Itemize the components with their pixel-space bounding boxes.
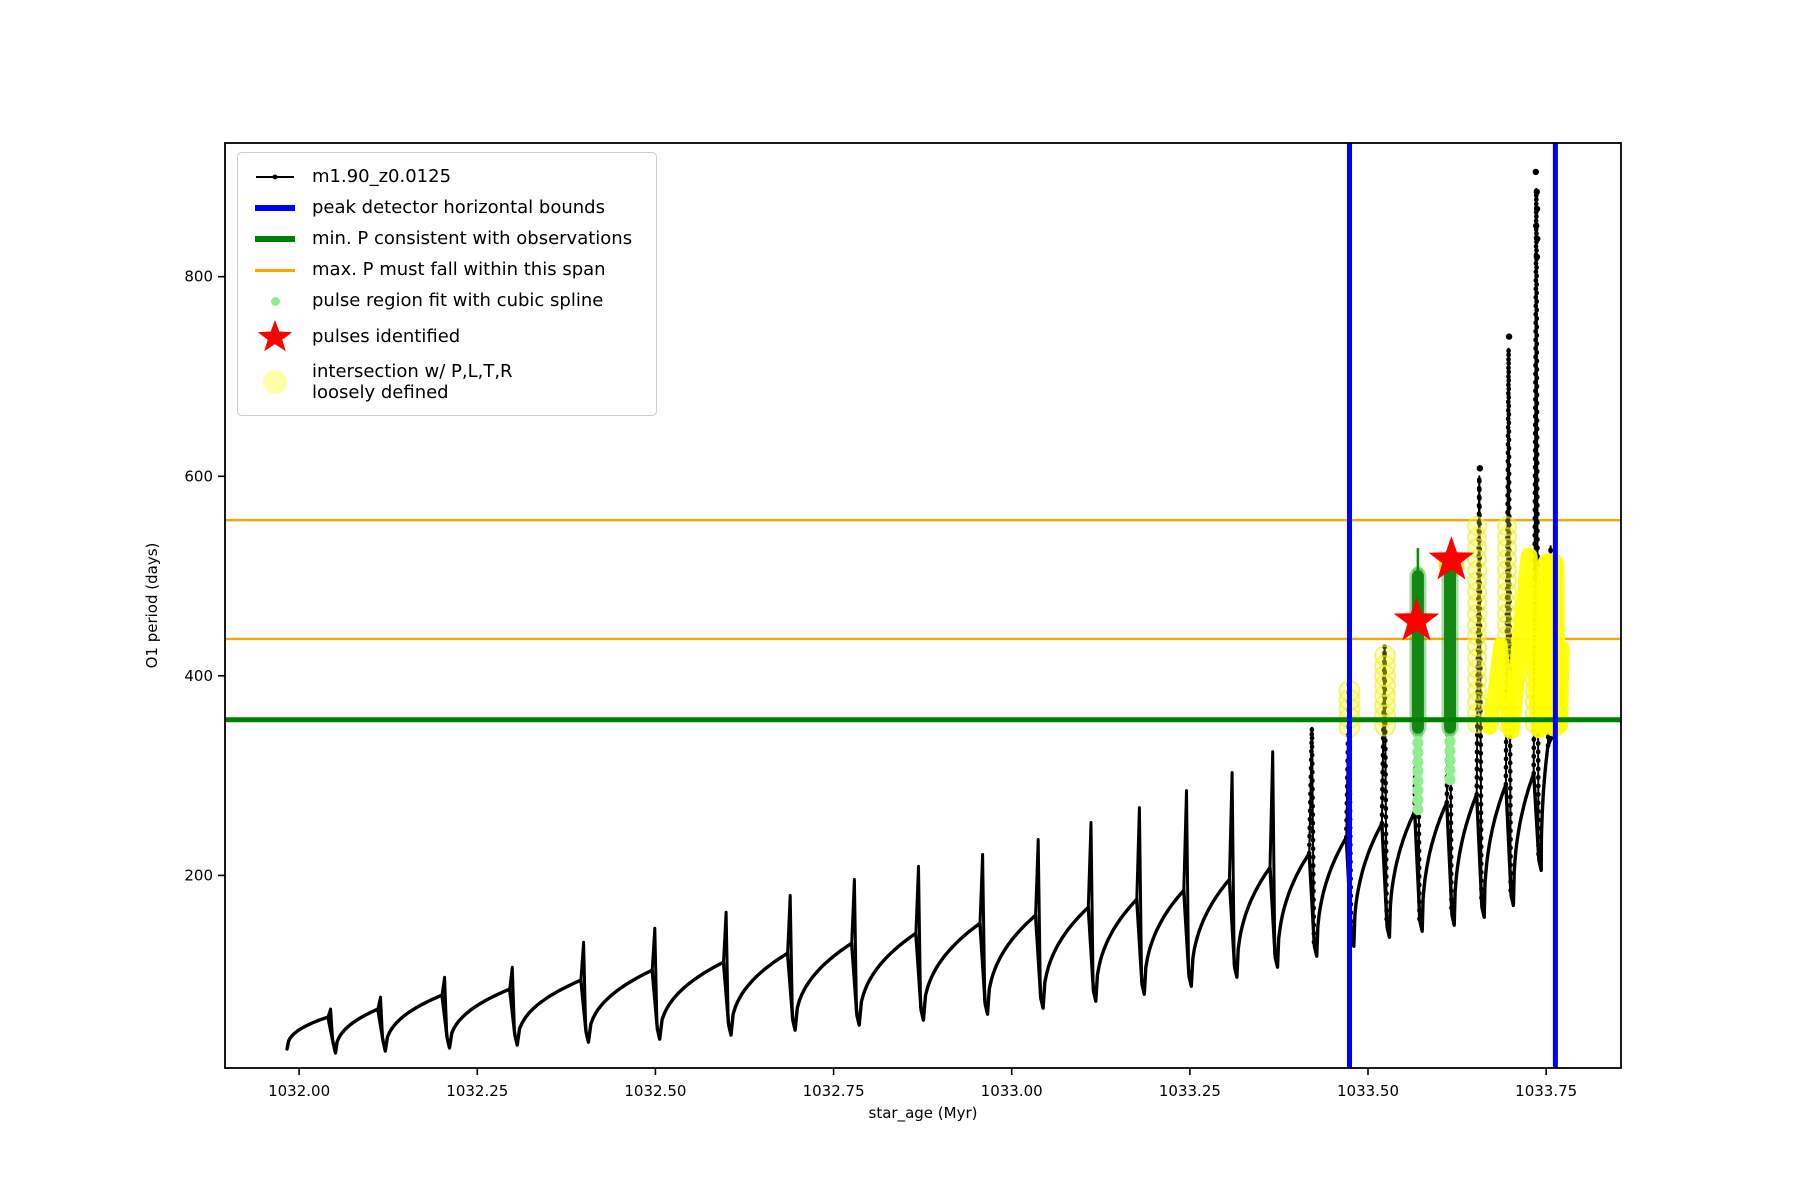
series-point	[1533, 222, 1540, 229]
legend-marker-orange-line	[252, 268, 298, 272]
x-tick-label: 1033.25	[1159, 1082, 1221, 1100]
legend: m1.90_z0.0125 peak detector horizontal b…	[237, 152, 658, 417]
x-tick-label: 1033.75	[1515, 1082, 1577, 1100]
x-tick-label: 1032.25	[446, 1082, 508, 1100]
intersection-blob	[1554, 640, 1570, 733]
legend-marker-intersection-dot	[252, 370, 298, 395]
legend-marker-star-icon	[252, 320, 298, 354]
legend-item: min. P consistent with observations	[252, 227, 632, 251]
legend-item-label-line2: loosely defined	[312, 382, 449, 404]
intersection-marker	[1497, 516, 1517, 537]
series-point	[1476, 465, 1484, 472]
y-tick-label: 800	[184, 268, 213, 286]
legend-item: pulses identified	[252, 320, 632, 354]
x-tick-label: 1033.50	[1337, 1082, 1399, 1100]
legend-item-label: pulses identified	[312, 326, 461, 348]
intersection-marker	[1467, 516, 1488, 537]
series-point	[1505, 333, 1513, 340]
legend-item-label: intersection w/ P,L,T,R loosely defined	[312, 361, 513, 403]
series-point	[1532, 168, 1540, 176]
legend-item: m1.90_z0.0125	[252, 165, 632, 189]
legend-item-label: min. P consistent with observations	[312, 228, 633, 250]
legend-item-label: peak detector horizontal bounds	[312, 197, 605, 219]
legend-item: intersection w/ P,L,T,R loosely defined	[252, 361, 632, 403]
legend-item: pulse region fit with cubic spline	[252, 289, 632, 313]
legend-item: peak detector horizontal bounds	[252, 196, 632, 220]
series-point	[1534, 235, 1541, 242]
legend-item-label: m1.90_z0.0125	[312, 166, 452, 188]
x-tick-label: 1032.75	[803, 1082, 865, 1100]
series-point	[1533, 205, 1541, 213]
legend-marker-spline-dot	[252, 296, 298, 306]
series-point	[1533, 188, 1541, 196]
legend-marker-line-dot	[252, 176, 298, 178]
y-axis-label: O1 period (days)	[143, 543, 161, 669]
legend-item-label: pulse region fit with cubic spline	[312, 290, 604, 312]
y-tick-label: 600	[184, 467, 213, 485]
y-tick-label: 400	[184, 667, 213, 685]
y-tick-label: 200	[184, 866, 213, 884]
legend-item-label: max. P must fall within this span	[312, 259, 606, 281]
x-tick-label: 1032.00	[268, 1082, 330, 1100]
figure: 1032.00 1032.25 1032.50 1032.75 1033.00 1033.…	[0, 0, 1800, 1200]
legend-item: max. P must fall within this span	[252, 258, 632, 282]
intersection-marker	[1374, 644, 1397, 667]
legend-item-label-line1: intersection w/ P,L,T,R	[312, 361, 513, 382]
x-tick-label: 1032.50	[624, 1082, 686, 1100]
x-tick-label: 1033.00	[981, 1082, 1043, 1100]
legend-marker-blue-line	[252, 205, 298, 211]
legend-marker-green-line	[252, 236, 298, 242]
series-point	[1533, 253, 1541, 260]
x-axis-label: star_age (Myr)	[869, 1104, 978, 1123]
